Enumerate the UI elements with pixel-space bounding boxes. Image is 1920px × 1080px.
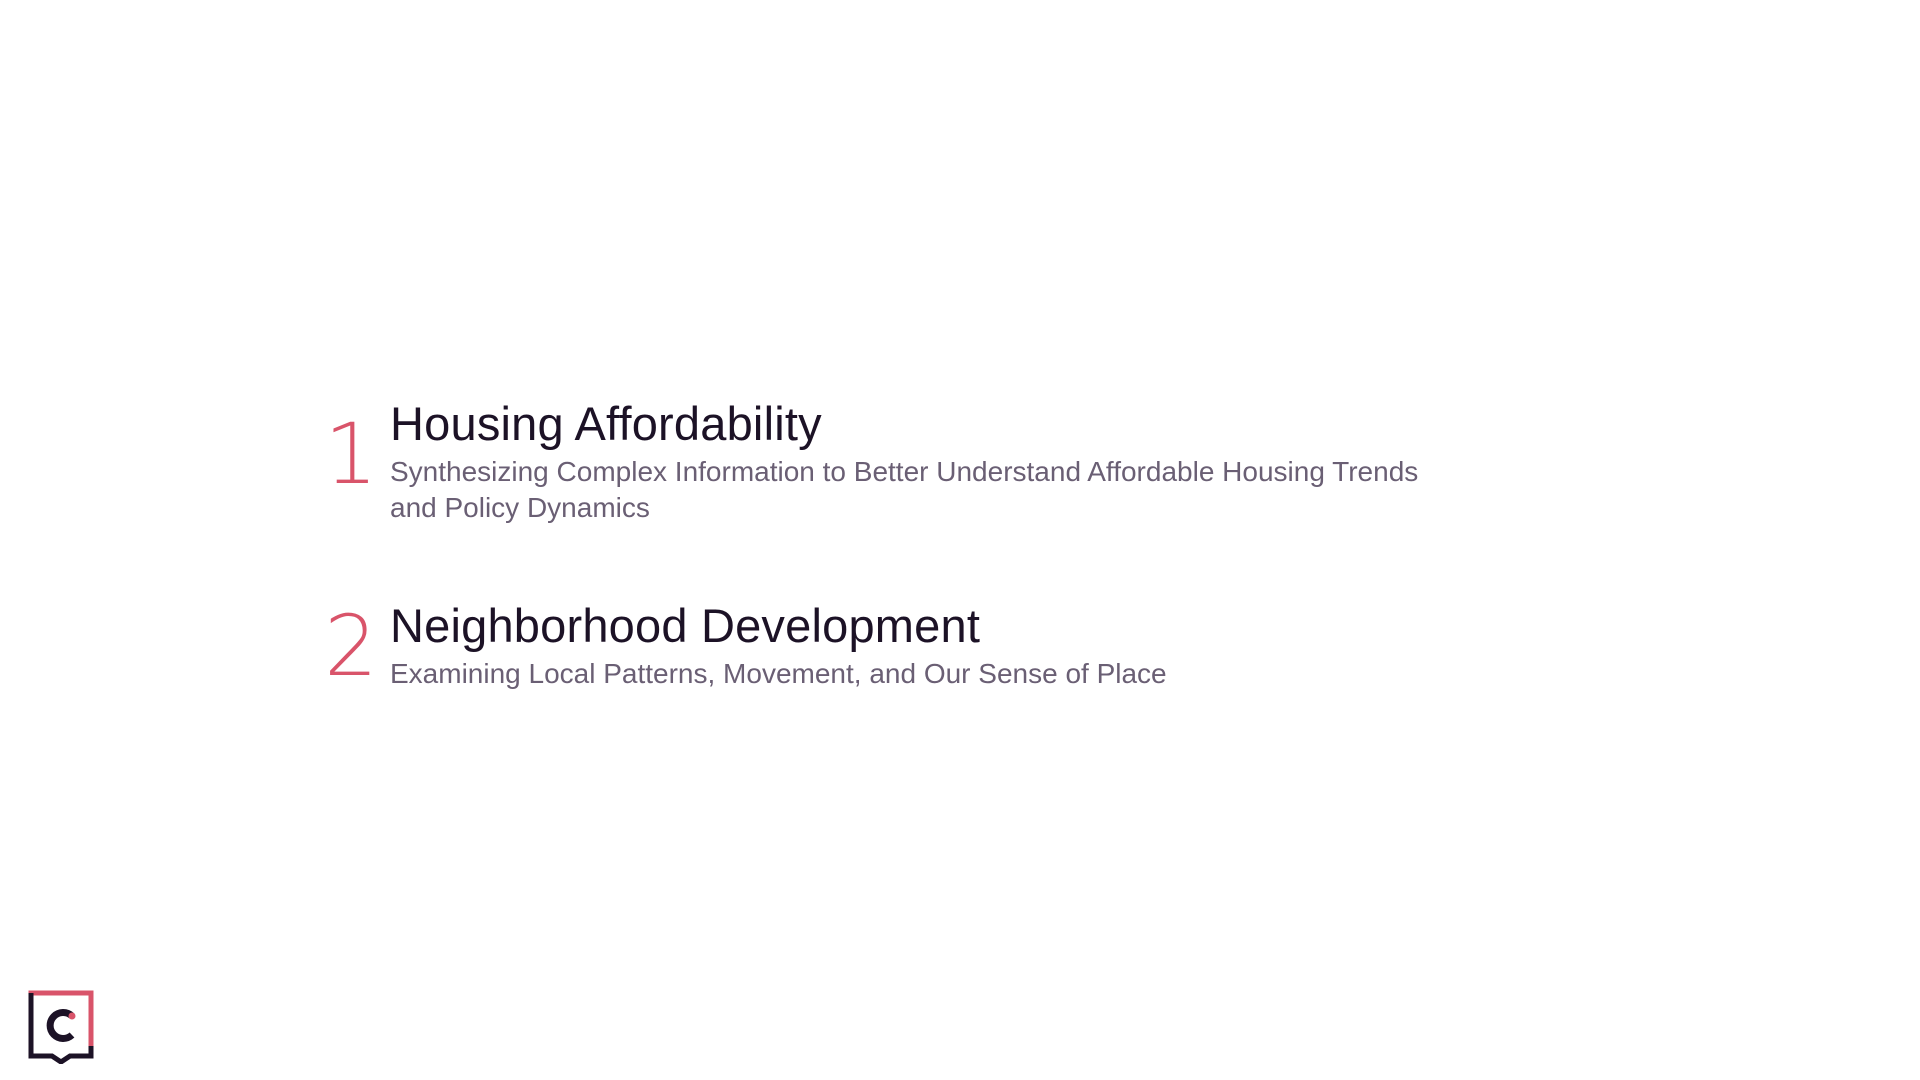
agenda-item-title: Neighborhood Development [390, 599, 981, 652]
agenda-item-neighborhood-development: 2 Neighborhood Development Examining Loc… [312, 598, 1462, 692]
agenda-item-number: 2 [324, 597, 378, 695]
agenda-item-title: Housing Affordability [390, 397, 822, 450]
agenda-item-number: 1 [324, 405, 378, 503]
speech-bubble-c-logo-icon [28, 990, 94, 1066]
agenda-item-subtitle: Examining Local Patterns, Movement, and … [390, 658, 1167, 689]
agenda-item-subtitle: Synthesizing Complex Information to Bett… [390, 456, 1419, 523]
agenda-item-text: Neighborhood Development Examining Local… [390, 598, 1430, 692]
agenda-item-text: Housing Affordability Synthesizing Compl… [390, 396, 1430, 526]
agenda-item-housing-affordability: 1 Housing Affordability Synthesizing Com… [312, 396, 1462, 526]
brand-logo [28, 990, 94, 1066]
slide: 1 Housing Affordability Synthesizing Com… [0, 0, 1920, 1080]
